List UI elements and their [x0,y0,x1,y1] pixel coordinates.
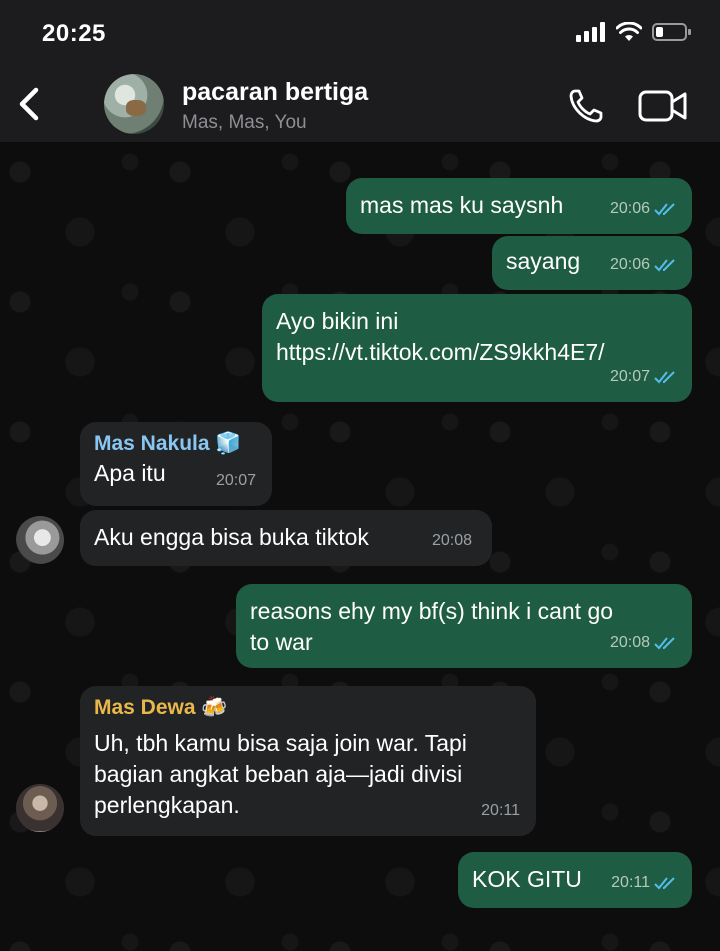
message-meta: 20:07 [610,361,678,392]
message-time: 20:11 [481,802,520,819]
wifi-icon [616,22,642,41]
status-bar: 20:25 [0,0,720,66]
sender-avatar[interactable] [16,784,64,832]
read-receipt-icon [654,876,675,889]
message-time: 20:08 [431,532,472,549]
outgoing-message[interactable]: reasons ehy my bf(s) think i cant go to … [236,584,692,668]
message-meta: 20:11 [611,867,678,898]
incoming-message[interactable]: Mas Dewa 🍻 Uh, tbh kamu bisa saja join w… [80,686,536,836]
group-title[interactable]: pacaran bertiga [182,78,368,107]
message-time: 20:07 [215,472,256,489]
message-meta: 20:06 [610,193,678,224]
group-members[interactable]: Mas, Mas, You [182,112,307,134]
message-meta: 20:08 [610,627,678,658]
message-meta: 20:06 [610,249,678,280]
sender-name[interactable]: Mas Dewa 🍻 [94,694,536,722]
status-icons [576,22,692,42]
outgoing-message[interactable]: mas mas ku saysnh 20:06 [346,178,692,234]
message-time: 20:08 [609,634,650,651]
chat-area[interactable]: mas mas ku saysnh 20:06 sayang 20:06 Ayo… [0,142,720,951]
message-text: Uh, tbh kamu bisa saja join war. Tapi ba… [94,730,467,818]
read-receipt-icon [654,370,675,383]
chat-header: pacaran bertiga Mas, Mas, You [0,66,720,142]
sender-name[interactable]: Mas Nakula 🧊 [94,430,272,458]
outgoing-message[interactable]: Ayo bikin ini https://vt.tiktok.com/ZS9k… [262,294,692,402]
sender-avatar[interactable] [16,516,64,564]
group-avatar[interactable] [104,74,164,134]
message-time: 20:06 [609,256,650,273]
incoming-message[interactable]: Mas Nakula 🧊 Apa itu 20:07 [80,422,272,506]
incoming-message[interactable]: Aku engga bisa buka tiktok 20:08 [80,510,492,566]
message-meta: 20:07 [216,465,256,496]
phone-call-icon[interactable] [566,86,606,126]
back-chevron-icon[interactable] [12,82,48,126]
outgoing-message[interactable]: sayang 20:06 [492,236,692,290]
battery-icon [652,23,691,41]
signal-icon [576,22,605,42]
message-time: 20:07 [609,368,650,385]
read-receipt-icon [654,202,675,215]
status-time: 20:25 [42,20,106,47]
outgoing-message[interactable]: KOK GITU 20:11 [458,852,692,908]
message-meta: 20:08 [432,525,472,556]
message-time: 20:06 [609,200,650,217]
video-call-icon[interactable] [638,88,688,124]
message-meta: 20:11 [481,795,520,826]
message-text: Ayo bikin ini https://vt.tiktok.com/ZS9k… [276,308,605,365]
read-receipt-icon [654,258,675,271]
message-time: 20:11 [611,874,650,891]
read-receipt-icon [654,636,675,649]
